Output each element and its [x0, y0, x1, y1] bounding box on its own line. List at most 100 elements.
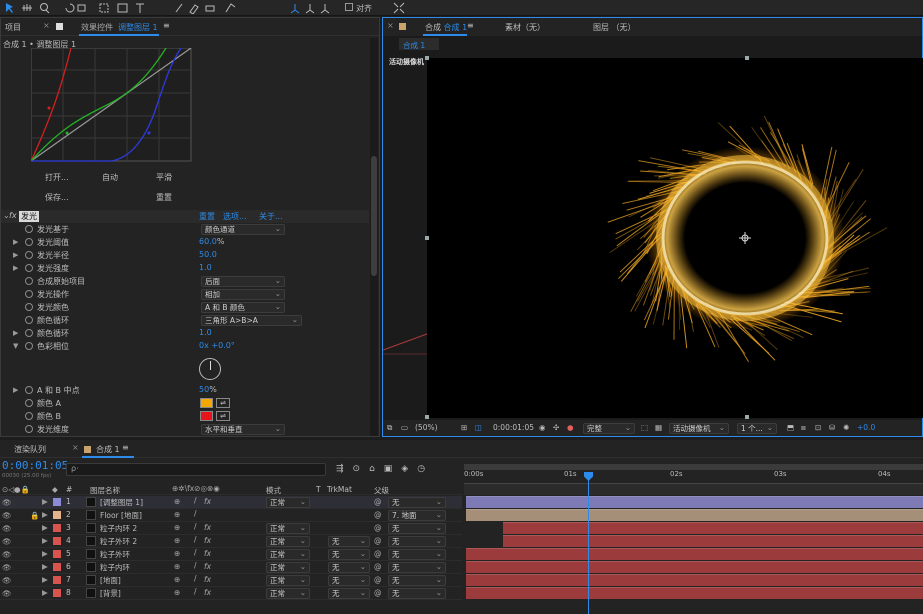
- layer-label-color[interactable]: [53, 550, 61, 558]
- pickwhip-icon[interactable]: @: [374, 562, 382, 571]
- tab-layer[interactable]: 图层 （无）: [593, 22, 636, 33]
- glow-based-on-dropdown[interactable]: 颜色通道: [201, 224, 285, 235]
- trkmat-dropdown[interactable]: 无: [328, 562, 370, 573]
- parent-dropdown[interactable]: 无: [388, 575, 446, 586]
- playhead[interactable]: [584, 472, 593, 614]
- quality-switch-icon[interactable]: /: [194, 548, 197, 557]
- layer-name[interactable]: 粒子外环: [100, 549, 130, 560]
- handle-tm[interactable]: [745, 56, 749, 60]
- panel-menu-icon[interactable]: ≡: [163, 21, 170, 30]
- layer-row[interactable]: 👁 ▶ 5 粒子外环 ⊕ / fx 正常 无 @ 无: [0, 548, 462, 561]
- eye-icon[interactable]: 👁: [2, 537, 12, 546]
- layer-track-bar[interactable]: [503, 522, 923, 534]
- handle-bm[interactable]: [745, 415, 749, 419]
- camera-dropdown[interactable]: 活动摄像机: [669, 423, 729, 434]
- reset-curves-button[interactable]: 重置: [156, 192, 172, 203]
- layer-row[interactable]: 👁 ▶ 3 粒子内环 2 ⊕ / fx 正常 @ 无: [0, 522, 462, 535]
- layer-label-color[interactable]: [53, 576, 61, 584]
- blend-mode-dropdown[interactable]: 正常: [266, 549, 310, 560]
- current-time[interactable]: 0:00:01:05: [493, 423, 534, 432]
- close-icon[interactable]: ×: [387, 21, 394, 30]
- layer-track-bar[interactable]: [466, 587, 923, 599]
- layer-name[interactable]: [调整图层 1]: [100, 497, 143, 508]
- pickwhip-icon[interactable]: @: [374, 536, 382, 545]
- expand-triangle-icon[interactable]: ▶: [42, 562, 48, 571]
- grid-icon[interactable]: ⊞: [461, 423, 467, 432]
- shy-switch-icon[interactable]: ⊕: [174, 549, 180, 558]
- parent-dropdown[interactable]: 无: [388, 536, 446, 547]
- tab-effect-controls[interactable]: 效果控件: [81, 22, 113, 33]
- close-icon[interactable]: ×: [72, 443, 79, 452]
- quality-switch-icon[interactable]: /: [194, 496, 197, 505]
- layer-label-color[interactable]: [53, 511, 61, 519]
- resolution-dropdown[interactable]: 完整: [583, 423, 635, 434]
- align-checkbox[interactable]: [345, 3, 353, 11]
- shy-switch-icon[interactable]: ⊕: [174, 510, 180, 519]
- pickwhip-icon[interactable]: @: [374, 549, 382, 558]
- parent-header[interactable]: 父级: [374, 485, 389, 496]
- color-a-swatch[interactable]: [200, 398, 213, 408]
- layer-track-bar[interactable]: [466, 548, 923, 560]
- fx-switch-icon[interactable]: fx: [204, 523, 211, 532]
- fx-switch-icon[interactable]: fx: [204, 562, 211, 571]
- eyedropper-icon[interactable]: ⇌: [216, 398, 230, 408]
- layer-name[interactable]: 粒子内环 2: [100, 523, 137, 534]
- expand-triangle-icon[interactable]: ▶: [42, 575, 48, 584]
- layer-label-color[interactable]: [53, 498, 61, 506]
- curves-graph[interactable]: [31, 48, 193, 163]
- eye-icon[interactable]: 👁: [2, 589, 12, 598]
- quality-switch-icon[interactable]: /: [194, 587, 197, 596]
- eyedropper-icon[interactable]: ⇌: [216, 411, 230, 421]
- color-b-swatch[interactable]: [200, 411, 213, 421]
- layer-label-color[interactable]: [53, 524, 61, 532]
- ab-midpoint-value[interactable]: 50%: [199, 385, 217, 394]
- zoom-dropdown[interactable]: (50%): [415, 423, 438, 432]
- time-ruler[interactable]: 0:00s 01s 02s 03s 04s: [464, 470, 923, 484]
- timeline-switches[interactable]: ⇶⊙⌂▣◈◷: [336, 464, 462, 476]
- expand-triangle-icon[interactable]: ▶: [42, 588, 48, 597]
- trkmat-header[interactable]: TrkMat: [327, 485, 352, 494]
- exposure-value[interactable]: +0.0: [857, 423, 875, 432]
- lock-icon[interactable]: 🔒: [30, 511, 39, 520]
- blend-mode-dropdown[interactable]: 正常: [266, 523, 310, 534]
- layer-row[interactable]: 👁 ▶ 8 [背景] ⊕ / fx 正常 无 @ 无: [0, 587, 462, 600]
- flowchart-icon[interactable]: ⛁: [829, 423, 835, 432]
- tab-footage[interactable]: 素材（无）: [505, 22, 545, 33]
- expand-triangle-icon[interactable]: ▶: [42, 497, 48, 506]
- shy-switch-icon[interactable]: ⊕: [174, 588, 180, 597]
- parent-dropdown[interactable]: 无: [388, 523, 446, 534]
- close-icon[interactable]: ×: [43, 21, 50, 30]
- handle-ml[interactable]: [425, 236, 429, 240]
- layer-name[interactable]: 粒子内环: [100, 562, 130, 573]
- fast-preview-icon[interactable]: ⧈: [801, 423, 806, 433]
- tab-render-queue[interactable]: 渲染队列: [14, 444, 46, 455]
- views-dropdown[interactable]: 1 个...: [737, 423, 777, 434]
- layer-label-color[interactable]: [53, 563, 61, 571]
- always-preview-icon[interactable]: ⧉: [387, 423, 392, 433]
- quality-switch-icon[interactable]: /: [194, 574, 197, 583]
- layer-track-bar[interactable]: [466, 561, 923, 573]
- panel-menu-icon[interactable]: ≡: [467, 21, 474, 30]
- layer-label-color[interactable]: [53, 537, 61, 545]
- monitor-icon[interactable]: ▭: [401, 423, 408, 432]
- transparency-grid-icon[interactable]: ▦: [655, 423, 662, 432]
- eye-icon[interactable]: 👁: [2, 524, 12, 533]
- blend-mode-dropdown[interactable]: 正常: [266, 562, 310, 573]
- eye-icon[interactable]: 👁: [2, 511, 12, 520]
- composition-canvas[interactable]: [427, 58, 923, 418]
- glow-operation-dropdown[interactable]: 相加: [201, 289, 285, 300]
- quality-switch-icon[interactable]: /: [194, 561, 197, 570]
- layer-name-header[interactable]: 图层名称: [90, 485, 120, 496]
- expand-triangle-icon[interactable]: ▶: [42, 549, 48, 558]
- mask-visibility-icon[interactable]: ◫: [475, 423, 482, 432]
- layer-search-input[interactable]: ρ·: [66, 463, 326, 476]
- blend-mode-dropdown[interactable]: 正常: [266, 497, 310, 508]
- glow-dimensions-dropdown[interactable]: 水平和垂直: [201, 424, 285, 435]
- auto-button[interactable]: 自动: [102, 172, 118, 183]
- shy-switch-icon[interactable]: ⊕: [174, 575, 180, 584]
- blend-mode-dropdown[interactable]: 正常: [266, 575, 310, 586]
- shy-switch-icon[interactable]: ⊕: [174, 536, 180, 545]
- eye-icon[interactable]: 👁: [2, 498, 12, 507]
- toggle-pixel-icon[interactable]: ⬒: [787, 423, 794, 432]
- pickwhip-icon[interactable]: @: [374, 523, 382, 532]
